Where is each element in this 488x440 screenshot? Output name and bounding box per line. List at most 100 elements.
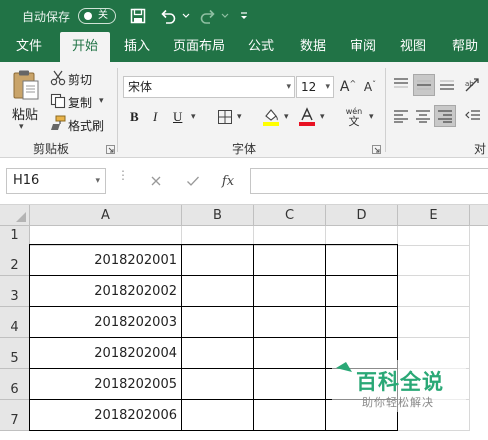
copy-dropdown-icon[interactable]: ▾: [99, 96, 104, 106]
cell-a7[interactable]: 2018202006: [30, 400, 182, 431]
align-bottom-icon[interactable]: [437, 74, 457, 94]
format-painter-icon[interactable]: [50, 115, 66, 131]
cell-b5[interactable]: [182, 338, 254, 369]
redo-icon[interactable]: [198, 6, 218, 26]
italic-button[interactable]: I: [153, 109, 157, 125]
undo-icon[interactable]: [158, 6, 178, 26]
font-color-dropdown-icon[interactable]: ▾: [320, 112, 325, 122]
tab-insert[interactable]: 插入: [114, 32, 160, 62]
cell-e4[interactable]: [398, 307, 470, 338]
enter-icon[interactable]: [182, 170, 204, 192]
paste-dropdown-icon[interactable]: ▾: [19, 122, 24, 132]
cell-c6[interactable]: [254, 369, 326, 400]
tab-help[interactable]: 帮助: [442, 32, 488, 62]
font-name-combo[interactable]: 宋体 ▾: [123, 76, 295, 98]
cell-d1[interactable]: [326, 226, 398, 246]
copy-label[interactable]: 复制: [68, 94, 92, 111]
cut-label[interactable]: 剪切: [68, 71, 92, 88]
shrink-font-icon[interactable]: Aˇ: [360, 77, 380, 97]
cell-c4[interactable]: [254, 307, 326, 338]
cell-d2[interactable]: [326, 245, 398, 276]
redo-dropdown-icon[interactable]: [219, 6, 231, 26]
decrease-indent-icon[interactable]: [462, 106, 484, 126]
cell-c7[interactable]: [254, 400, 326, 431]
font-name-dropdown-icon[interactable]: ▾: [286, 77, 291, 97]
save-icon[interactable]: [128, 6, 148, 26]
underline-button[interactable]: U: [173, 109, 182, 125]
cell-b1[interactable]: [182, 226, 254, 246]
tab-file[interactable]: 文件: [6, 32, 52, 62]
cancel-icon[interactable]: [145, 170, 167, 192]
cut-icon[interactable]: [50, 70, 66, 86]
name-box[interactable]: H16 ▾: [6, 168, 106, 194]
cell-e1[interactable]: [398, 226, 470, 246]
bold-button[interactable]: B: [130, 109, 139, 125]
name-box-dropdown-icon[interactable]: ▾: [95, 169, 100, 193]
tab-formulas[interactable]: 公式: [238, 32, 284, 62]
cell-b2[interactable]: [182, 245, 254, 276]
undo-dropdown-icon[interactable]: [180, 6, 192, 26]
column-header-a[interactable]: A: [30, 205, 182, 226]
cell-a5[interactable]: 2018202004: [30, 338, 182, 369]
column-header-f[interactable]: [470, 205, 488, 226]
tab-review[interactable]: 审阅: [340, 32, 386, 62]
formula-input[interactable]: [250, 168, 488, 194]
align-middle-icon[interactable]: [413, 74, 435, 96]
tab-data[interactable]: 数据: [290, 32, 336, 62]
formula-bar-splitter[interactable]: ⋮: [117, 169, 129, 181]
column-header-c[interactable]: C: [254, 205, 326, 226]
cell-a3[interactable]: 2018202002: [30, 276, 182, 307]
tab-home[interactable]: 开始: [60, 32, 110, 62]
cell-c3[interactable]: [254, 276, 326, 307]
format-painter-label[interactable]: 格式刷: [68, 117, 104, 134]
cell-c1[interactable]: [254, 226, 326, 246]
cell-e3[interactable]: [398, 276, 470, 307]
cell-a2[interactable]: 2018202001: [30, 245, 182, 276]
row-header-5[interactable]: 5: [0, 338, 30, 369]
clipboard-launcher-icon[interactable]: [106, 145, 115, 154]
paste-label[interactable]: 粘贴: [12, 104, 38, 123]
font-launcher-icon[interactable]: [372, 145, 381, 154]
font-color-icon[interactable]: [298, 107, 316, 127]
orientation-icon[interactable]: ab: [462, 74, 484, 96]
autosave-toggle[interactable]: 关: [78, 8, 116, 24]
row-header-2[interactable]: 2: [0, 245, 30, 276]
cell-c5[interactable]: [254, 338, 326, 369]
select-all-button[interactable]: [0, 205, 30, 226]
column-header-b[interactable]: B: [182, 205, 254, 226]
column-header-d[interactable]: D: [326, 205, 398, 226]
phonetic-guide-icon[interactable]: wén 文: [343, 106, 365, 128]
cell-b7[interactable]: [182, 400, 254, 431]
align-center-icon[interactable]: [413, 106, 433, 126]
cell-a1[interactable]: [30, 226, 182, 246]
cell-a4[interactable]: 2018202003: [30, 307, 182, 338]
tab-view[interactable]: 视图: [390, 32, 436, 62]
font-size-dropdown-icon[interactable]: ▾: [325, 77, 330, 97]
paste-icon[interactable]: [10, 68, 42, 102]
border-dropdown-icon[interactable]: ▾: [237, 112, 242, 122]
cell-e2[interactable]: [398, 245, 470, 276]
border-icon[interactable]: [217, 109, 233, 125]
row-header-1[interactable]: 1: [0, 226, 30, 246]
fill-color-icon[interactable]: [262, 107, 280, 127]
cell-b3[interactable]: [182, 276, 254, 307]
align-right-icon[interactable]: [434, 105, 456, 127]
customize-icon[interactable]: [234, 6, 254, 26]
fill-color-dropdown-icon[interactable]: ▾: [284, 112, 289, 122]
tab-page-layout[interactable]: 页面布局: [168, 32, 230, 62]
align-left-icon[interactable]: [391, 106, 411, 126]
cell-d4[interactable]: [326, 307, 398, 338]
row-header-7[interactable]: 7: [0, 400, 30, 431]
insert-function-icon[interactable]: fx: [217, 170, 239, 192]
align-top-icon[interactable]: [391, 74, 411, 94]
grow-font-icon[interactable]: A ^: [338, 77, 358, 97]
cell-d3[interactable]: [326, 276, 398, 307]
cell-b6[interactable]: [182, 369, 254, 400]
underline-dropdown-icon[interactable]: ▾: [191, 112, 196, 122]
cell-b4[interactable]: [182, 307, 254, 338]
row-header-6[interactable]: 6: [0, 369, 30, 400]
cell-a6[interactable]: 2018202005: [30, 369, 182, 400]
column-header-e[interactable]: E: [398, 205, 470, 226]
row-header-3[interactable]: 3: [0, 276, 30, 307]
cell-c2[interactable]: [254, 245, 326, 276]
